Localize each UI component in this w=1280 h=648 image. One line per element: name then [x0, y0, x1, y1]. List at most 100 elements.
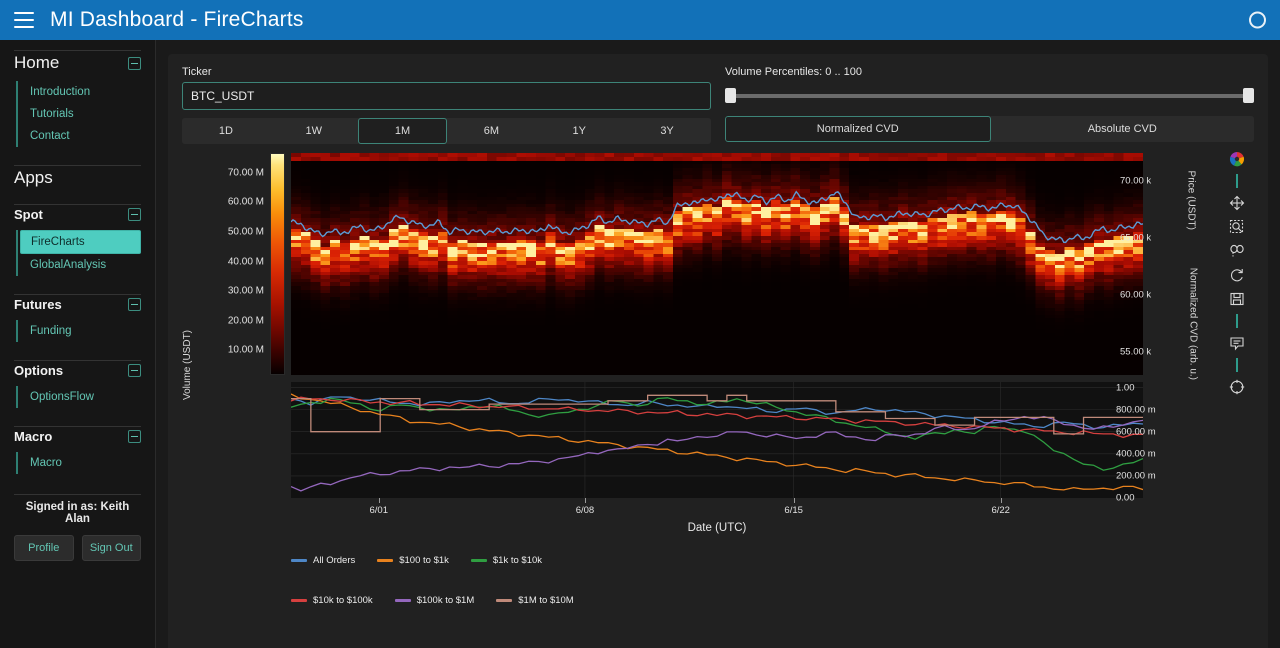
slider-handle-max[interactable] [1243, 88, 1254, 103]
sidebar-item-introduction[interactable]: Introduction [18, 81, 141, 103]
cvd-chart[interactable] [291, 382, 1143, 498]
slider-handle-min[interactable] [725, 88, 736, 103]
lasso-select-icon[interactable] [1228, 242, 1246, 260]
collapse-macro-button[interactable] [128, 430, 141, 443]
legend-item[interactable]: $1k to $10k [470, 554, 543, 566]
signout-button[interactable]: Sign Out [81, 535, 141, 561]
legend-label: $100 to $1k [399, 554, 449, 566]
price-line-series [291, 153, 1143, 342]
controls-bar: Ticker 1D 1W 1M 6M 1Y 3Y Volume Percenti… [182, 66, 1254, 144]
volume-percentile-slider[interactable] [725, 82, 1254, 108]
sidebar-futures-header: Futures [14, 295, 141, 318]
volume-heatmap[interactable] [291, 153, 1143, 375]
toolbar-divider [1236, 174, 1238, 188]
volume-colorbar [270, 153, 285, 375]
collapse-spot-button[interactable] [128, 208, 141, 221]
timeframe-6m-button[interactable]: 6M [447, 118, 536, 144]
sidebar-home-links: Introduction Tutorials Contact [16, 81, 141, 147]
cvd-mode-button-group: Normalized CVD Absolute CVD [725, 116, 1254, 142]
timeframe-1d-button[interactable]: 1D [182, 118, 270, 144]
cvd-line-2 [291, 398, 1143, 470]
legend-swatch [394, 598, 411, 602]
volume-axis-label: Volume (USDT) [182, 329, 193, 400]
date-tick-label: 6/22 [991, 505, 1010, 516]
cvd-axis-label: Normalized CVD (arb. u.) [1187, 267, 1198, 380]
timeframe-1w-button[interactable]: 1W [269, 118, 358, 144]
legend-label: $10k to $100k [313, 594, 373, 606]
legend-item[interactable]: $1M to $10M [496, 594, 574, 606]
collapse-home-button[interactable] [128, 56, 141, 70]
collapse-futures-button[interactable] [128, 298, 141, 311]
price-tick: 70.00 k [1120, 175, 1152, 187]
date-axis-label: Date (UTC) [687, 522, 747, 534]
save-icon[interactable] [1228, 290, 1246, 308]
legend-row: All Orders $100 to $1k $1k to $10k [291, 552, 851, 568]
date-tick-label: 6/08 [575, 505, 595, 516]
sidebar-section-spot: Spot FireCharts GlobalAnalysis [14, 194, 141, 276]
sidebar-options-links: OptionsFlow [16, 386, 141, 408]
profile-button[interactable]: Profile [14, 535, 74, 561]
main-content: Ticker 1D 1W 1M 6M 1Y 3Y Volume Percenti… [156, 40, 1280, 648]
legend-label: All Orders [313, 554, 356, 566]
pan-move-icon[interactable] [1228, 194, 1246, 212]
legend-swatch [291, 598, 307, 602]
hover-tooltip-icon[interactable] [1228, 334, 1246, 352]
ticker-input[interactable] [182, 82, 711, 110]
sidebar-apps-title: Apps [14, 168, 53, 187]
sidebar-options-header: Options [14, 361, 141, 384]
auth-buttons: Profile Sign Out [14, 535, 141, 561]
legend-swatch [496, 598, 513, 602]
sidebar-item-contact[interactable]: Contact [18, 125, 141, 147]
date-axis: 6/01 6/08 6/15 6/22 [291, 498, 1143, 522]
collapse-options-button[interactable] [128, 364, 141, 377]
timeframe-3y-button[interactable]: 3Y [623, 118, 711, 144]
signed-in-label: Signed in as: Keith Alan [25, 501, 130, 525]
heatmap-row [291, 353, 1143, 358]
hamburger-icon[interactable] [14, 12, 34, 28]
price-tick: 60.00 k [1120, 289, 1152, 301]
sidebar-spot-links: FireCharts GlobalAnalysis [16, 230, 141, 276]
absolute-cvd-button[interactable]: Absolute CVD [990, 116, 1254, 142]
date-tick-mark [793, 498, 795, 503]
sidebar-item-tutorials[interactable]: Tutorials [18, 103, 141, 125]
reset-icon[interactable] [1228, 266, 1246, 284]
circle-outline-icon[interactable] [1249, 11, 1266, 29]
color-palette-icon[interactable] [1228, 150, 1246, 168]
colorbar-tick: 70.00 M [227, 167, 264, 179]
colorbar-tick: 10.00 M [227, 344, 264, 356]
legend-label: $1k to $10k [492, 554, 543, 566]
sidebar-item-optionsflow[interactable]: OptionsFlow [18, 386, 141, 408]
date-tick-label: 6/01 [369, 505, 389, 516]
date-tick-mark [378, 498, 380, 503]
timeframe-button-group: 1D 1W 1M 6M 1Y 3Y [182, 118, 711, 144]
cvd-tick: 1.00 [1116, 382, 1135, 394]
sidebar-item-funding[interactable]: Funding [18, 320, 141, 342]
legend-label: $1M to $10M [518, 594, 574, 606]
sidebar-item-globalanalysis[interactable]: GlobalAnalysis [18, 254, 141, 276]
timeframe-1m-button[interactable]: 1M [357, 118, 448, 144]
date-tick-mark [584, 498, 586, 503]
legend-item[interactable]: $100 to $1k [377, 555, 449, 566]
colorbar-tick: 40.00 M [227, 256, 264, 268]
crosshair-icon[interactable] [1228, 378, 1246, 396]
sidebar-item-firecharts[interactable]: FireCharts [20, 230, 141, 254]
legend-label: $100k to $1M [416, 594, 475, 606]
legend-item[interactable]: All Orders [291, 555, 355, 566]
normalized-cvd-button[interactable]: Normalized CVD [725, 116, 991, 142]
legend-swatch [291, 558, 307, 562]
sidebar-spot-header: Spot [14, 205, 141, 228]
heatmap-row [291, 357, 1143, 362]
heatmap-row [291, 367, 1143, 372]
sidebar-macro-links: Macro [16, 452, 141, 474]
sidebar-item-macro[interactable]: Macro [18, 452, 141, 474]
chart-card: Ticker 1D 1W 1M 6M 1Y 3Y Volume Percenti… [168, 54, 1268, 648]
legend-item[interactable]: $10k to $100k [291, 595, 373, 606]
sidebar: Home Introduction Tutorials Contact Apps… [0, 40, 156, 648]
colorbar-tick: 20.00 M [227, 315, 264, 327]
slider-track[interactable] [725, 94, 1254, 98]
heatmap-row [291, 349, 1143, 355]
timeframe-1y-button[interactable]: 1Y [535, 118, 624, 144]
box-zoom-icon[interactable] [1228, 218, 1246, 236]
cvd-tick: 600.00 m [1116, 426, 1156, 438]
legend-item[interactable]: $100k to $1M [394, 594, 475, 606]
